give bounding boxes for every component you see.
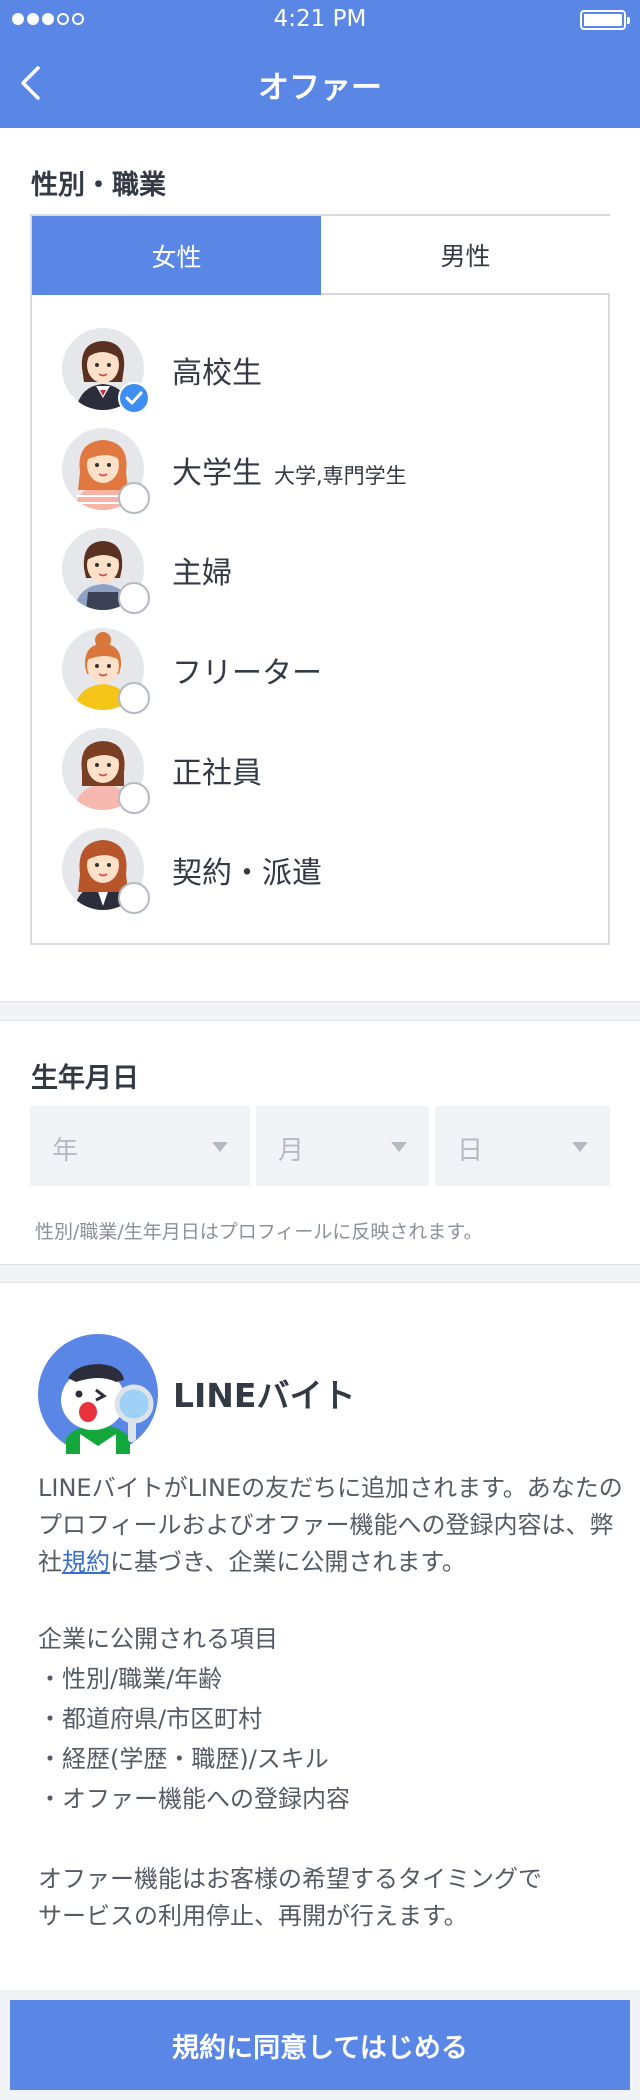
occupation-item-contract[interactable]: 契約・派遣	[62, 828, 582, 918]
occupation-label: フリーター	[172, 656, 322, 691]
status-bar: 4:21 PM	[0, 0, 640, 40]
public-item: ・都道府県/市区町村	[38, 1705, 263, 1733]
offer-note-line: サービスの利用停止、再開が行えます。	[38, 1902, 468, 1930]
caret-down-icon	[572, 1142, 588, 1152]
checkbox	[118, 582, 150, 614]
month-select[interactable]: 月	[256, 1106, 429, 1186]
checkbox	[118, 682, 150, 714]
month-select-label: 月	[278, 1136, 305, 1166]
line-character-logo	[38, 1334, 158, 1454]
year-select[interactable]: 年	[30, 1106, 250, 1186]
offer-note-line: オファー機能はお客様の希望するタイミングで	[38, 1865, 542, 1893]
checkbox	[118, 882, 150, 914]
public-items-heading: 企業に公開される項目	[38, 1625, 278, 1653]
occupation-label-main: 大学生	[172, 456, 262, 491]
occupation-item-high-school[interactable]: 高校生	[62, 328, 582, 418]
profile-hint-text: 性別/職業/生年月日はプロフィールに反映されます。	[35, 1221, 483, 1243]
day-select[interactable]: 日	[435, 1106, 610, 1186]
occupation-item-housewife[interactable]: 主婦	[62, 528, 582, 618]
day-select-label: 日	[457, 1136, 484, 1166]
checkbox	[118, 782, 150, 814]
year-select-label: 年	[52, 1136, 79, 1166]
birthdate-section: 生年月日 年 月 日 性別/職業/生年月日はプロフィールに反映されます。	[0, 1020, 640, 1265]
occupation-label: 主婦	[172, 556, 232, 591]
header-bar: 4:21 PM オファー	[0, 0, 640, 128]
occupation-label: 契約・派遣	[172, 856, 322, 891]
tab-female[interactable]: 女性	[32, 216, 321, 295]
check-icon	[118, 382, 150, 414]
occupation-sublabel: 大学,専門学生	[274, 464, 407, 488]
occupation-item-freeter[interactable]: フリーター	[62, 628, 582, 718]
section-title-gender: 性別・職業	[31, 170, 166, 201]
occupation-label: 大学生 大学,専門学生	[172, 448, 407, 492]
caret-down-icon	[212, 1142, 228, 1152]
gender-occupation-section: 性別・職業 女性 男性 高校生 大学生 大学,専門学生 主婦 フリーター 正社員…	[0, 128, 640, 1002]
gender-occupation-panel: 女性 男性 高校生 大学生 大学,専門学生 主婦 フリーター 正社員 契約・派遣	[30, 214, 610, 945]
checkbox	[118, 482, 150, 514]
status-time: 4:21 PM	[273, 6, 367, 32]
occupation-item-full-time[interactable]: 正社員	[62, 728, 582, 818]
terms-paragraph: LINEバイトがLINEの友だちに追加されます。あなたのプロフィールおよびオファ…	[38, 1470, 628, 1581]
occupation-item-university[interactable]: 大学生 大学,専門学生	[62, 428, 582, 518]
terms-link[interactable]: 規約	[62, 1548, 110, 1576]
section-title-birthdate: 生年月日	[31, 1063, 139, 1094]
bottom-bar: 規約に同意してはじめる	[0, 1990, 640, 2100]
occupation-label: 正社員	[172, 756, 262, 791]
public-item: ・オファー機能への登録内容	[38, 1785, 350, 1813]
page-title: オファー	[258, 70, 382, 106]
tab-male[interactable]: 男性	[321, 216, 610, 295]
battery-icon	[580, 10, 630, 30]
public-item: ・経歴(学歴・職歴)/スキル	[38, 1745, 329, 1773]
line-service-title: LINEバイト	[173, 1376, 356, 1415]
terms-text-b: に基づき、企業に公開されます。	[110, 1548, 466, 1576]
caret-down-icon	[391, 1142, 407, 1152]
occupation-label: 高校生	[172, 356, 262, 391]
line-info-section: LINEバイト LINEバイトがLINEの友だちに追加されます。あなたのプロフィ…	[0, 1282, 640, 1990]
public-item: ・性別/職業/年齢	[38, 1665, 223, 1693]
agree-start-button[interactable]: 規約に同意してはじめる	[10, 2000, 630, 2090]
